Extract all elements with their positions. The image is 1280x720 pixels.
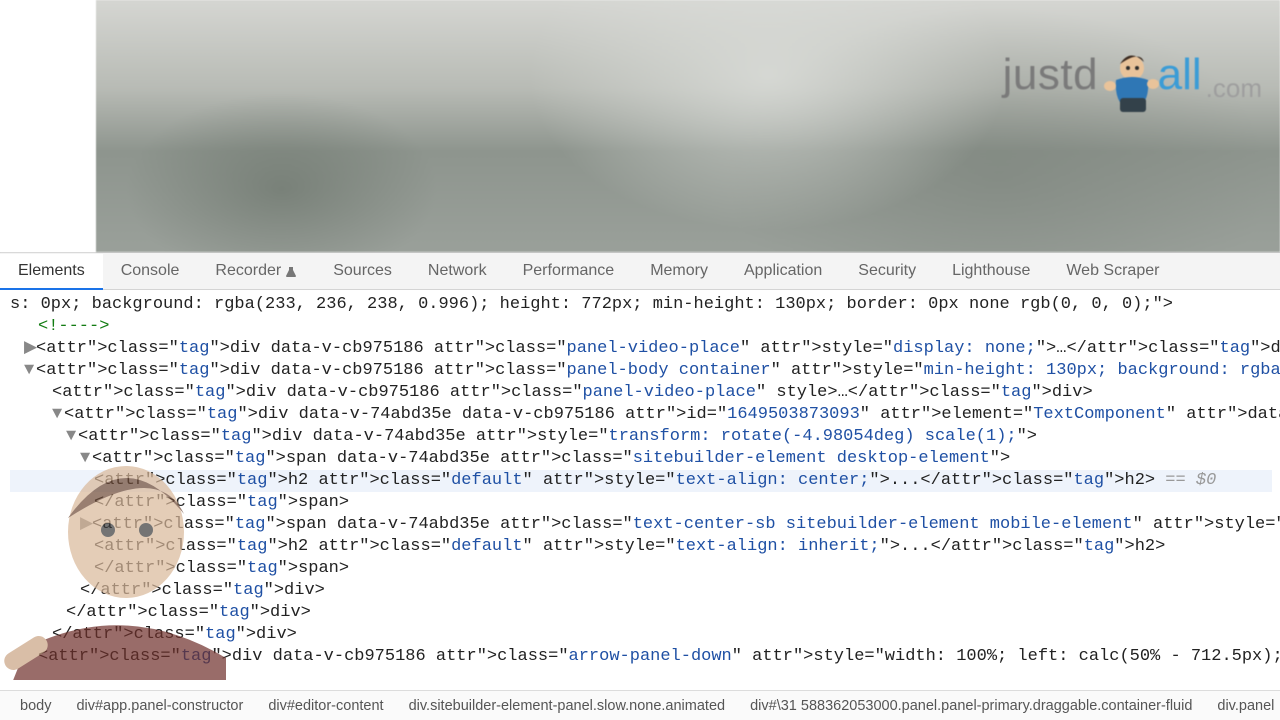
tab-application[interactable]: Application [726, 253, 840, 289]
tab-network[interactable]: Network [410, 253, 505, 289]
dom-line[interactable]: ▼<attr">class="tag">div data-v-cb975186 … [10, 360, 1272, 382]
dom-line[interactable]: <attr">class="tag">div data-v-cb975186 a… [10, 382, 1272, 404]
tab-sources[interactable]: Sources [315, 253, 410, 289]
elements-panel[interactable]: s: 0px; background: rgba(233, 236, 238, … [0, 290, 1280, 688]
tab-web-scraper[interactable]: Web Scraper [1048, 253, 1177, 289]
dom-line[interactable]: s: 0px; background: rgba(233, 236, 238, … [10, 294, 1272, 316]
dom-line[interactable]: ▼<attr">class="tag">div data-v-74abd35e … [10, 426, 1272, 448]
selected-marker: == $0 [1155, 471, 1216, 490]
devtools-tabbar: Elements Console Recorder Sources Networ… [0, 252, 1280, 290]
preview-gutter [0, 0, 96, 252]
tab-security[interactable]: Security [840, 253, 934, 289]
tab-memory[interactable]: Memory [632, 253, 726, 289]
site-logo: just d all .com [1003, 40, 1262, 110]
crumb[interactable]: body [8, 698, 63, 714]
flask-icon [285, 265, 297, 277]
crumb[interactable]: div.panel [1204, 698, 1280, 714]
dom-line[interactable]: ▶<attr">class="tag">div data-v-cb975186 … [10, 338, 1272, 360]
collapse-icon[interactable]: ▼ [66, 426, 78, 448]
tab-lighthouse[interactable]: Lighthouse [934, 253, 1048, 289]
logo-text-just: just [1003, 50, 1073, 100]
crumb[interactable]: div.sitebuilder-element-panel.slow.none.… [396, 698, 738, 714]
mascot-icon [1096, 46, 1166, 116]
crumb[interactable]: div#app.panel-constructor [63, 698, 255, 714]
dom-breadcrumb[interactable]: body div#app.panel-constructor div#edito… [0, 690, 1280, 720]
dom-line[interactable]: ▼<attr">class="tag">div data-v-74abd35e … [10, 404, 1272, 426]
logo-text-dotcom: .com [1206, 73, 1262, 104]
crumb[interactable]: div#\31 588362053000.panel.panel-primary… [737, 698, 1204, 714]
tab-performance[interactable]: Performance [505, 253, 633, 289]
presenter-overlay [0, 448, 246, 680]
tab-elements[interactable]: Elements [0, 254, 103, 290]
tab-recorder[interactable]: Recorder [197, 253, 315, 289]
collapse-icon[interactable]: ▼ [52, 404, 64, 426]
tab-console[interactable]: Console [103, 253, 198, 289]
dom-comment[interactable]: <!----> [10, 316, 1272, 338]
page-preview: just d all .com [0, 0, 1280, 252]
logo-text-d: d [1073, 50, 1097, 100]
crumb[interactable]: div#editor-content [255, 698, 395, 714]
collapse-icon[interactable]: ▼ [24, 360, 36, 382]
expand-icon[interactable]: ▶ [24, 338, 36, 360]
